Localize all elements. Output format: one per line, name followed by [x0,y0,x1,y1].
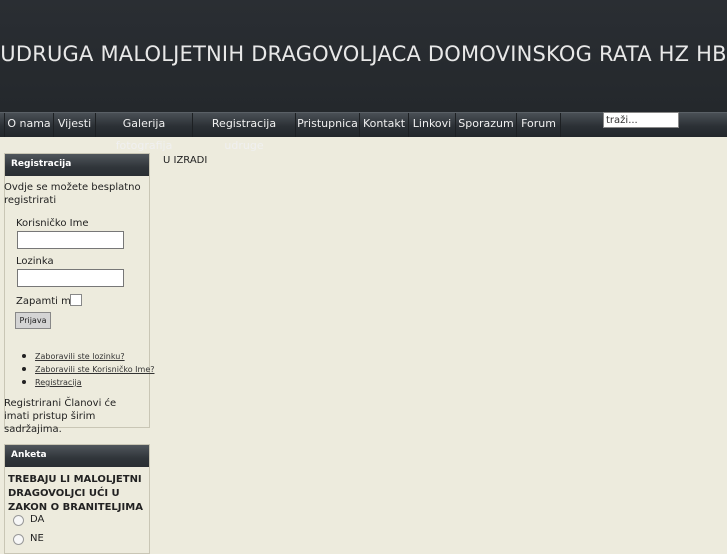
poll-question: TREBAJU LI MALOLJETNI DRAGOVOLJCI UĆI U … [8,474,143,513]
nav-item-sporazum[interactable]: Sporazum [456,113,517,137]
forgot-password-link[interactable]: Zaboravili ste lozinku? [22,351,125,362]
poll-option-da-radio[interactable] [13,515,24,526]
remember-checkbox[interactable] [70,294,82,306]
bullet-icon [22,380,26,384]
login-module-heading: Registracija [5,154,149,176]
username-label: Korisničko Ime [16,218,89,229]
bullet-icon [22,367,26,371]
login-button[interactable]: Prijava [15,312,51,329]
login-footer-text: Registrirani Članovi će imati pristup ši… [4,398,117,435]
poll-option-ne-radio[interactable] [13,534,24,545]
nav-item-linkovi[interactable]: Linkovi [409,113,456,137]
nav-item-o-nama[interactable]: O nama [4,113,54,137]
forgot-username-link[interactable]: Zaboravili ste Korisničko Ime? [22,364,154,375]
nav-item-pristupnica[interactable]: Pristupnica [296,113,360,137]
username-field[interactable] [17,231,124,249]
nav-item-registracija-udruge[interactable]: Registracija udruge [193,113,296,152]
search-input[interactable] [603,112,679,128]
nav-item-galerija[interactable]: Galerija fotografija [96,113,193,152]
main-content-text: U IZRADI [163,155,208,166]
password-field[interactable] [17,269,124,287]
poll-option-da-label: DA [30,514,45,525]
password-label: Lozinka [16,256,54,267]
register-link[interactable]: Registracija [22,377,82,388]
nav-item-kontakt[interactable]: Kontakt [360,113,409,137]
remember-label: Zapamti me [16,296,77,307]
nav-item-vijesti[interactable]: Vijesti [54,113,96,137]
site-header: UDRUGA MALOLJETNIH DRAGOVOLJACA DOMOVINS… [0,0,727,112]
login-intro: Ovdje se možete besplatno registrirati [4,182,141,206]
poll-option-ne-label: NE [30,533,44,544]
site-title: UDRUGA MALOLJETNIH DRAGOVOLJACA DOMOVINS… [0,42,727,66]
bullet-icon [22,354,26,358]
poll-module-heading: Anketa [5,445,149,467]
nav-item-forum[interactable]: Forum [517,113,561,137]
